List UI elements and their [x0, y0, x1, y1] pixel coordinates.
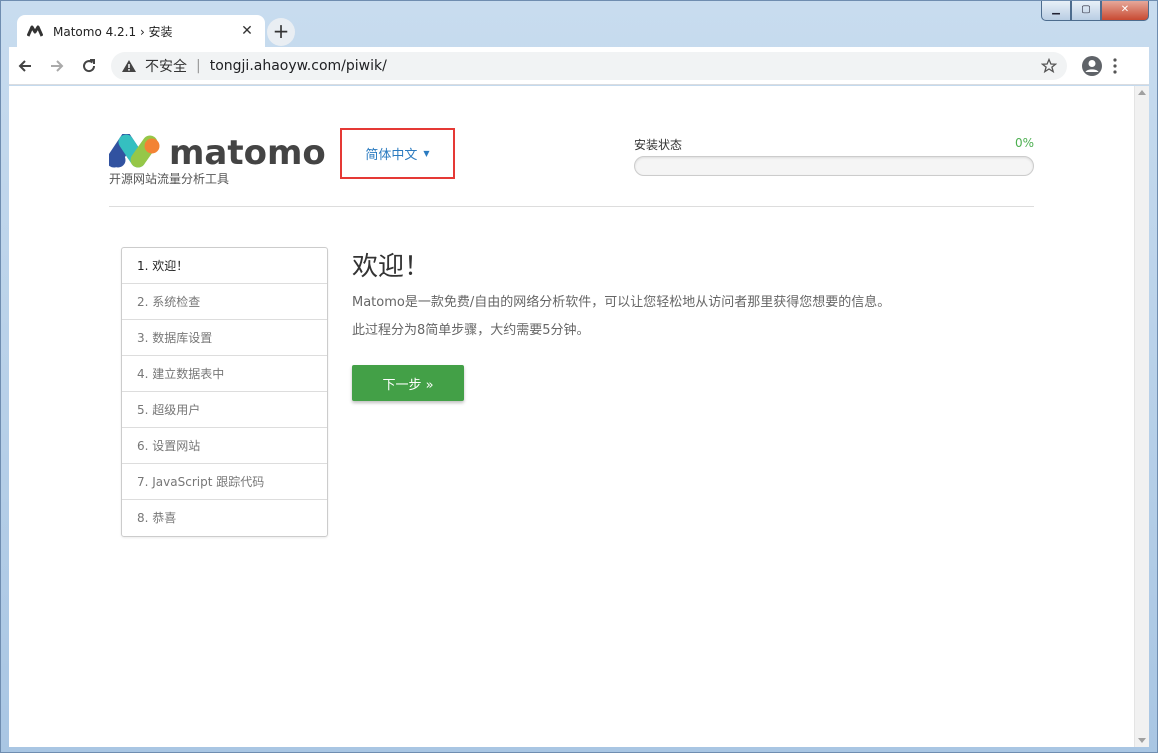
kebab-menu-icon[interactable]	[1113, 57, 1117, 74]
step-welcome: 1. 欢迎！	[122, 248, 327, 284]
reload-icon	[83, 58, 96, 72]
install-status-label: 安装状态	[634, 138, 683, 152]
back-button[interactable]	[9, 50, 41, 82]
step-super-user: 5. 超级用户	[122, 392, 327, 428]
language-label: 简体中文	[365, 148, 418, 163]
step-setup-website: 6. 设置网站	[122, 428, 327, 464]
matomo-favicon-icon	[27, 25, 43, 37]
step-tracking-code: 7. JavaScript 跟踪代码	[122, 464, 327, 500]
account-icon[interactable]	[1081, 55, 1103, 77]
browser-toolbar: 不安全 | tongji.ahaoyw.com/piwik/	[9, 47, 1149, 85]
intro-text: Matomo是一款免费/自由的网络分析软件，可以让您轻松地从访问者那里获得您想要…	[352, 295, 891, 310]
tab-title: Matomo 4.2.1 › 安装	[53, 24, 173, 39]
next-step-button[interactable]: 下一步 »	[352, 365, 464, 401]
install-status-percent: 0%	[1014, 136, 1034, 150]
header-divider	[109, 206, 1034, 207]
page-title: 欢迎！	[352, 252, 431, 282]
security-status[interactable]: 不安全	[145, 56, 187, 76]
step-create-tables: 4. 建立数据表中	[122, 356, 327, 392]
maximize-button[interactable]: ▢	[1071, 1, 1101, 21]
url-separator: |	[196, 57, 201, 74]
new-tab-button[interactable]: +	[267, 18, 295, 46]
arrow-left-icon	[18, 59, 31, 72]
arrow-right-icon	[51, 59, 64, 72]
page-viewport: matomo 开源网站流量分析工具 简体中文 ▼ 安装状态 0% 1. 欢迎！ …	[9, 86, 1134, 747]
logo-tagline: 开源网站流量分析工具	[109, 172, 230, 186]
vertical-scrollbar[interactable]	[1134, 86, 1149, 747]
url-text[interactable]: tongji.ahaoyw.com/piwik/	[210, 58, 1041, 74]
language-selector[interactable]: 简体中文 ▼	[340, 128, 455, 179]
reload-button[interactable]	[73, 50, 105, 82]
intro-duration-text: 此过程分为8简单步骤，大约需要5分钟。	[352, 323, 590, 338]
step-congratulations: 8. 恭喜	[137, 511, 177, 525]
logo-wordmark: matomo	[169, 134, 326, 168]
tab-strip: Matomo 4.2.1 › 安装 ✕ +	[9, 9, 1149, 47]
address-bar[interactable]: 不安全 | tongji.ahaoyw.com/piwik/	[111, 51, 1067, 80]
minimize-button[interactable]: ▁	[1041, 1, 1071, 21]
step-system-check: 2. 系统检查	[122, 284, 327, 320]
window-controls: ▁ ▢ ✕	[1041, 1, 1149, 21]
step-database-setup: 3. 数据库设置	[122, 320, 327, 356]
scroll-down-icon[interactable]	[1138, 738, 1146, 743]
forward-button[interactable]	[41, 50, 73, 82]
install-steps-list: 1. 欢迎！ 2. 系统检查 3. 数据库设置 4. 建立数据表中 5. 超级用…	[121, 247, 328, 537]
tab-matomo-install[interactable]: Matomo 4.2.1 › 安装 ✕	[17, 15, 265, 47]
warning-icon	[122, 59, 136, 72]
tab-close-icon[interactable]: ✕	[239, 23, 255, 39]
browser-window: Matomo 4.2.1 › 安装 ✕ + ▁ ▢ ✕ 不安全 | tongji…	[0, 0, 1158, 753]
scroll-up-icon[interactable]	[1138, 90, 1146, 95]
install-progress-bar	[634, 156, 1034, 176]
caret-down-icon: ▼	[423, 149, 430, 158]
star-icon[interactable]	[1041, 57, 1057, 74]
close-window-button[interactable]: ✕	[1101, 1, 1149, 21]
matomo-logo: matomo	[109, 134, 326, 168]
